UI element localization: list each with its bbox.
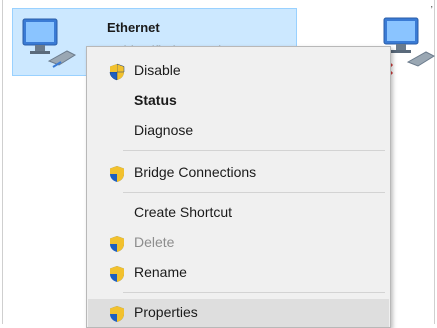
menu-item-status[interactable]: Status xyxy=(88,87,389,115)
window-border-left xyxy=(2,0,3,324)
corner-mark: , xyxy=(430,0,433,9)
uac-shield-icon xyxy=(110,166,124,182)
menu-item-delete: Delete xyxy=(88,229,389,257)
network-adapter-icon xyxy=(22,18,77,68)
uac-shield-icon xyxy=(109,63,125,81)
menu-separator xyxy=(123,292,385,293)
menu-item-label: Rename xyxy=(134,264,187,280)
adapter-name: Ethernet xyxy=(107,20,160,35)
uac-shield-icon xyxy=(110,306,124,322)
menu-item-label: Delete xyxy=(134,234,175,250)
menu-item-properties[interactable]: Properties xyxy=(88,299,389,327)
uac-shield-icon xyxy=(110,236,124,252)
menu-item-label: Bridge Connections xyxy=(134,164,257,180)
menu-item-diagnose[interactable]: Diagnose xyxy=(88,117,389,145)
menu-item-label: Diagnose xyxy=(134,122,194,138)
menu-item-bridge-connections[interactable]: Bridge Connections xyxy=(88,159,389,187)
uac-shield-icon xyxy=(110,266,124,282)
menu-item-rename[interactable]: Rename xyxy=(88,259,389,287)
menu-separator xyxy=(123,192,385,193)
menu-item-label: Create Shortcut xyxy=(134,204,233,220)
context-menu: Disable Status Diagnose Bridge Connectio… xyxy=(86,46,391,328)
menu-item-label: Properties xyxy=(134,304,198,320)
menu-item-create-shortcut[interactable]: Create Shortcut xyxy=(88,199,389,227)
menu-separator xyxy=(123,150,385,151)
menu-item-disable[interactable]: Disable xyxy=(88,57,389,85)
menu-item-label: Status xyxy=(134,92,177,108)
menu-item-label: Disable xyxy=(134,62,181,78)
